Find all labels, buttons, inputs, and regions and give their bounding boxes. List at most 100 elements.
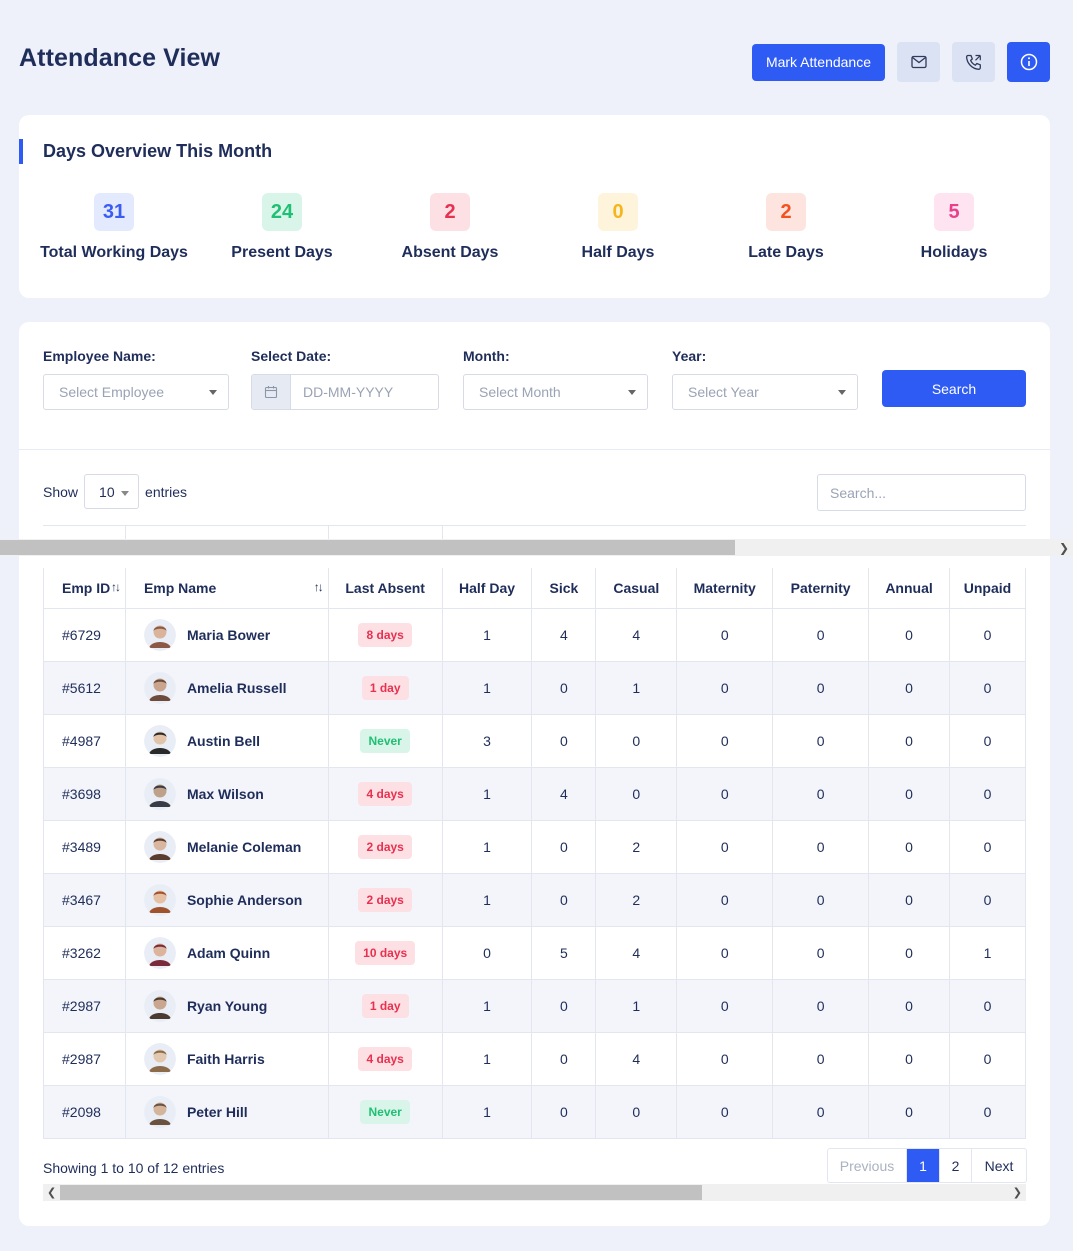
phone-icon <box>965 54 981 70</box>
date-field[interactable]: DD-MM-YYYY <box>251 374 439 410</box>
table-row[interactable]: #4987 Austin Bell Never 3 0 0 0 0 0 0 <box>43 713 1026 768</box>
emp-name[interactable]: Melanie Coleman <box>187 839 301 855</box>
stat-value: 31 <box>94 193 134 231</box>
unpaid-cell: 0 <box>949 872 1026 927</box>
mail-button[interactable] <box>897 42 940 82</box>
table-row[interactable]: #2987 Faith Harris 4 days 1 0 4 0 0 0 0 <box>43 1031 1026 1086</box>
page-1-button[interactable]: 1 <box>907 1149 940 1182</box>
chevron-right-icon[interactable]: ❯ <box>1013 1186 1022 1199</box>
stat-label: Total Working Days <box>40 244 188 261</box>
half-cell: 1 <box>441 819 533 874</box>
casual-cell: 1 <box>595 978 678 1033</box>
column-header-maternity[interactable]: Maternity <box>676 568 774 609</box>
info-button[interactable] <box>1007 42 1050 82</box>
attendance-table-card: Employee Name: Select Employee Select Da… <box>0 322 1073 1226</box>
emp-name[interactable]: Maria Bower <box>187 627 270 643</box>
table-row[interactable]: #6729 Maria Bower 8 days 1 4 4 0 0 0 0 <box>43 607 1026 662</box>
annual-cell: 0 <box>868 766 950 821</box>
last-absent-cell: 4 days <box>327 766 443 821</box>
sick-cell: 5 <box>531 925 597 980</box>
emp-name[interactable]: Ryan Young <box>187 998 267 1014</box>
sick-cell: 0 <box>531 978 597 1033</box>
last-absent-cell: Never <box>327 713 443 768</box>
avatar <box>143 777 176 810</box>
column-header-half-day[interactable]: Half Day <box>441 568 533 609</box>
unpaid-cell: 0 <box>949 607 1026 662</box>
emp-name[interactable]: Sophie Anderson <box>187 892 302 908</box>
status-badge: 1 day <box>361 675 409 700</box>
table-row[interactable]: #5612 Amelia Russell 1 day 1 0 1 0 0 0 0 <box>43 660 1026 715</box>
emp-name[interactable]: Max Wilson <box>187 786 264 802</box>
table-row[interactable]: #2098 Peter Hill Never 1 0 0 0 0 0 0 <box>43 1084 1026 1139</box>
table-row[interactable]: #3698 Max Wilson 4 days 1 4 0 0 0 0 0 <box>43 766 1026 821</box>
sort-icon[interactable]: ↑↓ <box>314 580 324 594</box>
next-page-button[interactable]: Next <box>972 1149 1026 1182</box>
month-label: Month: <box>463 348 510 364</box>
table-info: Showing 1 to 10 of 12 entries <box>43 1160 225 1176</box>
date-input[interactable]: DD-MM-YYYY <box>291 375 438 409</box>
phone-button[interactable] <box>952 42 995 82</box>
show-label: Show <box>43 483 79 500</box>
half-cell: 0 <box>441 925 533 980</box>
emp-name[interactable]: Adam Quinn <box>187 945 270 961</box>
maternity-cell: 0 <box>676 819 774 874</box>
emp-name[interactable]: Austin Bell <box>187 733 260 749</box>
half-cell: 1 <box>441 607 533 662</box>
month-select[interactable]: Select Month <box>463 374 648 410</box>
sort-icon[interactable]: ↑↓ <box>111 580 121 594</box>
chevron-left-icon[interactable]: ❮ <box>47 1186 56 1199</box>
paternity-cell: 0 <box>772 660 870 715</box>
table-row[interactable]: #2987 Ryan Young 1 day 1 0 1 0 0 0 0 <box>43 978 1026 1033</box>
page-2-button[interactable]: 2 <box>940 1149 972 1182</box>
employee-select[interactable]: Select Employee <box>43 374 229 410</box>
mark-attendance-button[interactable]: Mark Attendance <box>751 43 885 81</box>
paternity-cell: 0 <box>772 925 870 980</box>
stat-label: Holidays <box>920 244 988 261</box>
last-absent-cell: 2 days <box>327 872 443 927</box>
unpaid-cell: 0 <box>949 1031 1026 1086</box>
scrollbar-thumb[interactable] <box>0 540 735 555</box>
calendar-icon <box>252 375 291 409</box>
casual-cell: 4 <box>595 925 678 980</box>
scrollbar-thumb[interactable] <box>60 1185 702 1200</box>
status-badge: 2 days <box>358 887 412 912</box>
divider <box>328 526 329 540</box>
emp-name-cell: Adam Quinn <box>124 925 329 980</box>
emp-id-cell: #4987 <box>43 713 126 768</box>
emp-name[interactable]: Peter Hill <box>187 1104 248 1120</box>
unpaid-cell: 1 <box>949 925 1026 980</box>
table-row[interactable]: #3467 Sophie Anderson 2 days 1 0 2 0 0 0 0 <box>43 872 1026 927</box>
overview-title: Days Overview This Month <box>43 141 273 161</box>
column-header-emp-id[interactable]: Emp ID ↑↓ <box>43 568 126 609</box>
emp-name-cell: Austin Bell <box>124 713 329 768</box>
column-header-casual[interactable]: Casual <box>595 568 678 609</box>
column-header-sick[interactable]: Sick <box>531 568 597 609</box>
table-row[interactable]: #3262 Adam Quinn 10 days 0 5 4 0 0 0 1 <box>43 925 1026 980</box>
search-button[interactable]: Search <box>882 370 1026 407</box>
entries-select[interactable]: 10 <box>84 474 140 509</box>
column-header-last-absent[interactable]: Last Absent <box>327 568 443 609</box>
chevron-right-icon[interactable]: ❯ <box>1059 541 1069 555</box>
stat-item: 31 Total Working Days <box>30 193 198 262</box>
unpaid-cell: 0 <box>949 978 1026 1033</box>
paternity-cell: 0 <box>772 819 870 874</box>
maternity-cell: 0 <box>676 925 774 980</box>
emp-name[interactable]: Faith Harris <box>187 1051 265 1067</box>
column-header-emp-name[interactable]: Emp Name ↑↓ <box>124 568 329 609</box>
unpaid-cell: 0 <box>949 1084 1026 1139</box>
previous-page-button[interactable]: Previous <box>828 1149 907 1182</box>
year-select[interactable]: Select Year <box>672 374 858 410</box>
paternity-cell: 0 <box>772 978 870 1033</box>
table-row[interactable]: #3489 Melanie Coleman 2 days 1 0 2 0 0 0 0 <box>43 819 1026 874</box>
last-absent-cell: 2 days <box>327 819 443 874</box>
status-badge: 10 days <box>355 940 416 965</box>
column-header-unpaid[interactable]: Unpaid <box>949 568 1026 609</box>
column-header-paternity[interactable]: Paternity <box>772 568 870 609</box>
sick-cell: 0 <box>531 819 597 874</box>
horizontal-scrollbar-bottom[interactable]: ❮ ❯ <box>43 1184 1026 1201</box>
emp-name[interactable]: Amelia Russell <box>187 680 287 696</box>
horizontal-scrollbar-top[interactable]: ❯ <box>0 539 1073 556</box>
column-header-annual[interactable]: Annual <box>868 568 950 609</box>
table-search-input[interactable]: Search... <box>817 474 1026 511</box>
stat-label: Late Days <box>748 244 824 261</box>
